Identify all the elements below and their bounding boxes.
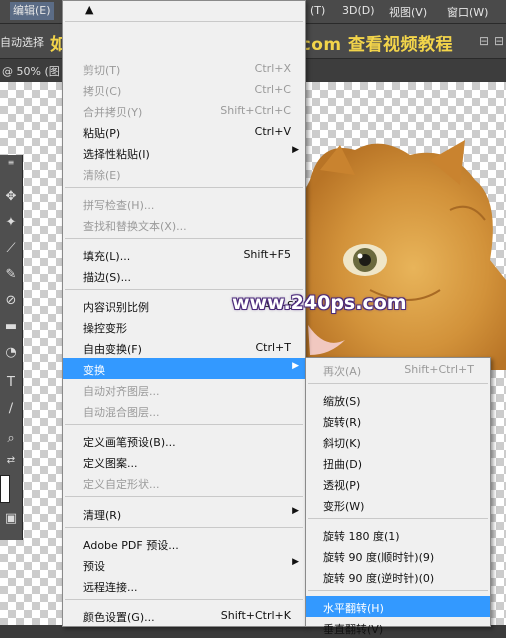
blur-icon[interactable]: ◔: [0, 343, 22, 363]
menu-separator: [65, 289, 303, 290]
menu-separator: [65, 496, 303, 497]
submenu-item-skew[interactable]: 斜切(K): [306, 431, 490, 452]
line-tool-icon[interactable]: ∕: [0, 399, 22, 419]
submenu-item-perspective[interactable]: 透视(P): [306, 473, 490, 494]
submenu-arrow-icon: ▶: [292, 145, 299, 155]
menu-3d[interactable]: 3D(D): [342, 4, 375, 17]
menu-separator: [65, 424, 303, 425]
menu-item-transform[interactable]: 变换 ▶: [63, 358, 305, 379]
menu-item-define-brush[interactable]: 定义画笔预设(B)...: [63, 430, 305, 451]
menu-item-auto-align-layers[interactable]: 自动对齐图层...: [63, 379, 305, 400]
menu-edit[interactable]: 编辑(E): [10, 2, 54, 20]
menu-window[interactable]: 窗口(W): [447, 4, 488, 20]
submenu-arrow-icon: ▶: [292, 361, 299, 371]
brush-icon[interactable]: ✎: [0, 265, 22, 285]
gradient-icon[interactable]: ▬: [0, 317, 22, 337]
transform-submenu: 再次(A) Shift+Ctrl+T 缩放(S) 旋转(R) 斜切(K) 扭曲(D…: [305, 357, 491, 636]
submenu-arrow-icon: ▶: [292, 506, 299, 516]
menu-item-spell-check[interactable]: 拼写检查(H)...: [63, 193, 305, 214]
menu-item-free-transform[interactable]: 自由变换(F) Ctrl+T: [63, 337, 305, 358]
distribute-icon[interactable]: ⊟: [494, 34, 504, 48]
menu-item-purge[interactable]: 清理(R) ▶: [63, 503, 305, 524]
menu-separator: [308, 590, 488, 591]
align-icon[interactable]: ⊟: [479, 34, 489, 48]
submenu-item-rotate-90-ccw[interactable]: 旋转 90 度(逆时针)(0): [306, 566, 490, 587]
menu-item-find-replace[interactable]: 查找和替换文本(X)...: [63, 214, 305, 235]
kitten-image: [300, 140, 506, 370]
magic-wand-icon[interactable]: ✦: [0, 213, 22, 233]
menu-separator: [65, 599, 303, 600]
menu-item-auto-blend-layers[interactable]: 自动混合图层...: [63, 400, 305, 421]
submenu-item-distort[interactable]: 扭曲(D): [306, 452, 490, 473]
menu-separator: [65, 238, 303, 239]
eyedropper-icon[interactable]: ⟋: [0, 239, 22, 259]
menu-item-paste-special[interactable]: 选择性粘贴(I) ▶: [63, 142, 305, 163]
canvas-watermark: www.240ps.com: [232, 292, 407, 314]
menu-item-remote-connections[interactable]: 远程连接...: [63, 575, 305, 596]
submenu-item-flip-vertical[interactable]: 垂直翻转(V): [306, 617, 490, 638]
scroll-up-icon[interactable]: ▲: [85, 3, 93, 16]
menu-item-presets[interactable]: 预设 ▶: [63, 554, 305, 575]
submenu-item-again[interactable]: 再次(A) Shift+Ctrl+T: [306, 359, 490, 380]
submenu-item-rotate-90-cw[interactable]: 旋转 90 度(顺时针)(9): [306, 545, 490, 566]
foreground-color-swatch[interactable]: [0, 475, 10, 503]
menu-separator: [65, 527, 303, 528]
panel-grip-icon[interactable]: ≡: [0, 157, 22, 177]
menu-view[interactable]: 视图(V): [389, 4, 427, 20]
menu-item-clear[interactable]: 清除(E): [63, 163, 305, 184]
menu-item-copy-merged[interactable]: 合并拷贝(Y) Shift+Ctrl+C: [63, 100, 305, 121]
type-tool-icon[interactable]: T: [0, 373, 22, 393]
menu-item-paste[interactable]: 粘贴(P) Ctrl+V: [63, 121, 305, 142]
quick-mask-icon[interactable]: ▣: [0, 509, 22, 529]
menu-item-define-pattern[interactable]: 定义图案...: [63, 451, 305, 472]
tools-panel: ≡ ✥ ✦ ⟋ ✎ ⊘ ▬ ◔ T ∕ ⌕ ⇄ ▣: [0, 155, 23, 540]
menu-separator: [308, 518, 488, 519]
stamp-icon[interactable]: ⊘: [0, 291, 22, 311]
menu-type[interactable]: (T): [310, 4, 325, 17]
submenu-item-rotate-180[interactable]: 旋转 180 度(1): [306, 524, 490, 545]
submenu-arrow-icon: ▶: [292, 557, 299, 567]
menu-separator: [65, 21, 303, 22]
move-tool-icon[interactable]: ✥: [0, 187, 22, 207]
menu-separator: [65, 187, 303, 188]
menu-item-copy[interactable]: 拷贝(C) Ctrl+C: [63, 79, 305, 100]
auto-select-label[interactable]: 自动选择: [0, 34, 44, 50]
submenu-item-flip-horizontal[interactable]: 水平翻转(H): [306, 596, 490, 617]
document-tab-label: @ 50% (图: [2, 65, 60, 78]
menu-item-fill[interactable]: 填充(L)... Shift+F5: [63, 244, 305, 265]
menu-item-color-settings[interactable]: 颜色设置(G)... Shift+Ctrl+K: [63, 605, 305, 626]
menu-item-pdf-presets[interactable]: Adobe PDF 预设...: [63, 533, 305, 554]
submenu-item-warp[interactable]: 变形(W): [306, 494, 490, 515]
submenu-item-rotate[interactable]: 旋转(R): [306, 410, 490, 431]
menu-item-cut[interactable]: 剪切(T) Ctrl+X: [63, 58, 305, 79]
submenu-item-scale[interactable]: 缩放(S): [306, 389, 490, 410]
swap-colors-icon[interactable]: ⇄: [0, 451, 22, 471]
menu-separator: [308, 383, 488, 384]
menu-item-stroke[interactable]: 描边(S)...: [63, 265, 305, 286]
menu-item-define-shape[interactable]: 定义自定形状...: [63, 472, 305, 493]
zoom-icon[interactable]: ⌕: [0, 429, 22, 449]
menu-item-puppet-warp[interactable]: 操控变形: [63, 316, 305, 337]
